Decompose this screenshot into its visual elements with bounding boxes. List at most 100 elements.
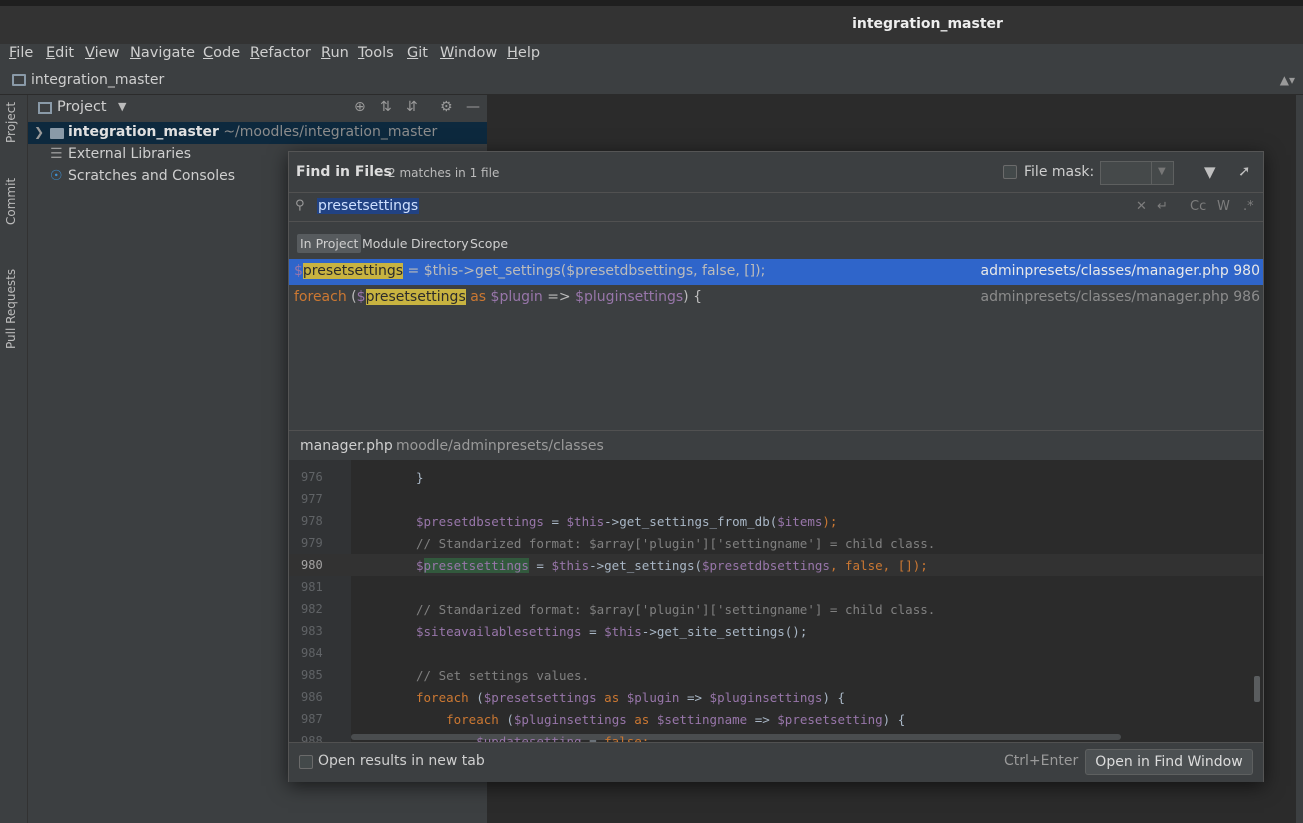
menu-run[interactable]: Run xyxy=(321,45,349,61)
chevron-down-icon[interactable]: ▼ xyxy=(118,100,126,113)
user-icon[interactable]: ▲▾ xyxy=(1280,73,1295,87)
menu-help[interactable]: Help xyxy=(507,45,540,61)
libraries-icon: ☰ xyxy=(50,146,63,162)
results-list: $presetsettings = $this->get_settings($p… xyxy=(289,259,1263,429)
code-token: presetsettings xyxy=(423,558,529,573)
menu-git[interactable]: Git xyxy=(407,45,428,61)
code-token: $pluginsettings xyxy=(575,289,684,305)
code-token: ( xyxy=(498,712,514,727)
line-code: // Set settings values. xyxy=(416,668,589,683)
menu-refactor[interactable]: Refactor xyxy=(250,45,311,61)
folder-icon xyxy=(12,74,26,86)
code-token: $ xyxy=(294,263,303,279)
code-token: = xyxy=(528,558,552,573)
result-row[interactable]: $presetsettings = $this->get_settings($p… xyxy=(289,259,1263,285)
tab-commit-label: Commit xyxy=(4,177,18,225)
line-code: foreach ($pluginsettings as $settingname… xyxy=(416,712,905,727)
code-token: false xyxy=(845,558,883,573)
code-token: as xyxy=(596,690,627,705)
tab-module[interactable]: Module xyxy=(359,234,410,253)
pin-icon[interactable]: ➚ xyxy=(1238,162,1251,180)
find-in-files-popup: Find in Files 2 matches in 1 file File m… xyxy=(288,151,1264,782)
code-token: = xyxy=(543,514,567,529)
chevron-right-icon[interactable]: ❯ xyxy=(34,125,44,139)
locate-icon[interactable]: ⊕ xyxy=(354,99,366,115)
project-panel-title[interactable]: Project xyxy=(57,99,107,115)
tab-directory[interactable]: Directory xyxy=(408,234,472,253)
line-number: 984 xyxy=(301,646,323,660)
whole-words-toggle[interactable]: W xyxy=(1217,199,1230,214)
line-number: 981 xyxy=(301,580,323,594)
code-line: 977 xyxy=(289,488,1263,510)
tab-in-project[interactable]: In Project xyxy=(297,234,362,253)
breadcrumb-project[interactable]: integration_master xyxy=(31,72,164,88)
code-token: $presetdbsettings xyxy=(416,514,544,529)
open-in-find-window-button[interactable]: Open in Find Window xyxy=(1085,749,1253,775)
preview-file-path: moodle/adminpresets/classes xyxy=(396,438,604,454)
file-mask-label: File mask: xyxy=(1024,164,1095,180)
shortcut-hint: Ctrl+Enter xyxy=(1004,753,1079,769)
code-token: = xyxy=(581,734,605,742)
line-number: 987 xyxy=(301,712,323,726)
menu-tools[interactable]: Tools xyxy=(358,45,394,61)
code-line: 981 xyxy=(289,576,1263,598)
line-number: 977 xyxy=(301,492,323,506)
code-line: 976} xyxy=(289,466,1263,488)
code-token: // Standarized format: $array['plugin'][… xyxy=(416,536,936,551)
hide-icon[interactable]: — xyxy=(466,99,480,115)
code-line: 985 // Set settings values. xyxy=(289,664,1263,686)
left-tool-strip: Project Commit Pull Requests xyxy=(0,95,28,823)
code-token: // Set settings values. xyxy=(416,668,590,683)
code-token: foreach xyxy=(294,289,347,305)
tab-pull-requests-label: Pull Requests xyxy=(4,268,18,349)
filter-icon[interactable]: ▼ xyxy=(1204,163,1216,181)
code-token: $pluginsettings xyxy=(709,690,823,705)
menu-bar: File Edit View Navigate Code Refactor Run Tools… xyxy=(0,44,1303,66)
menu-navigate[interactable]: Navigate xyxy=(130,45,195,61)
result-code: $presetsettings = $this->get_settings($p… xyxy=(294,263,765,279)
line-number: 976 xyxy=(301,470,323,484)
tree-item-root[interactable]: ❯ integration_master ~/moodles/integrati… xyxy=(28,122,487,144)
result-location: adminpresets/classes/manager.php 980 xyxy=(980,263,1260,279)
clear-icon[interactable]: ✕ xyxy=(1136,199,1147,214)
menu-window[interactable]: Window xyxy=(440,45,497,61)
code-token: as xyxy=(626,712,657,727)
code-token: $ xyxy=(356,289,366,305)
find-title: Find in Files xyxy=(296,164,392,180)
code-token: } xyxy=(416,470,424,485)
match-case-toggle[interactable]: Cc xyxy=(1190,199,1206,214)
code-line: 986 foreach ($presetsettings as $plugin =… xyxy=(289,686,1263,708)
code-token: ) { xyxy=(882,712,906,727)
menu-view[interactable]: View xyxy=(85,45,119,61)
expand-all-icon[interactable]: ⇅ xyxy=(380,99,392,115)
newline-icon[interactable]: ↵ xyxy=(1157,199,1168,214)
title-bar: integration_master xyxy=(0,0,1303,44)
file-mask-combo[interactable]: ▼ xyxy=(1100,161,1174,185)
menu-edit[interactable]: Edit xyxy=(46,45,74,61)
tab-scope[interactable]: Scope xyxy=(467,234,511,253)
code-token: ) { xyxy=(822,690,846,705)
gear-icon[interactable]: ⚙ xyxy=(440,99,453,115)
search-icon[interactable]: ⚲ xyxy=(295,198,305,213)
tree-root-path: ~/moodles/integration_master xyxy=(223,124,438,140)
line-number: 985 xyxy=(301,668,323,682)
code-token: $this xyxy=(604,624,642,639)
code-line: 984 xyxy=(289,642,1263,664)
code-token: $ xyxy=(416,558,424,573)
tree-item-label: External Libraries xyxy=(68,146,191,162)
code-token: ->get_site_settings(); xyxy=(641,624,808,639)
code-token: $settingname xyxy=(656,712,748,727)
project-panel-header: Project ▼ ⊕ ⇅ ⇵ ⚙ — xyxy=(28,95,487,121)
match-count: 2 matches in 1 file xyxy=(388,166,500,180)
collapse-all-icon[interactable]: ⇵ xyxy=(406,99,418,115)
code-preview[interactable]: 976} 977 978 $presetdbsettings = $this->get… xyxy=(289,460,1263,742)
line-number: 988 xyxy=(301,734,323,742)
menu-file[interactable]: File xyxy=(9,45,33,61)
result-row[interactable]: foreach ($presetsettings as $plugin => $… xyxy=(289,285,1263,311)
search-input[interactable]: presetsettings xyxy=(317,198,420,214)
regex-toggle[interactable]: .* xyxy=(1243,199,1254,214)
open-new-tab-checkbox[interactable] xyxy=(299,755,313,769)
file-mask-checkbox[interactable] xyxy=(1003,165,1017,179)
menu-code[interactable]: Code xyxy=(203,45,240,61)
code-token: false xyxy=(604,734,642,742)
